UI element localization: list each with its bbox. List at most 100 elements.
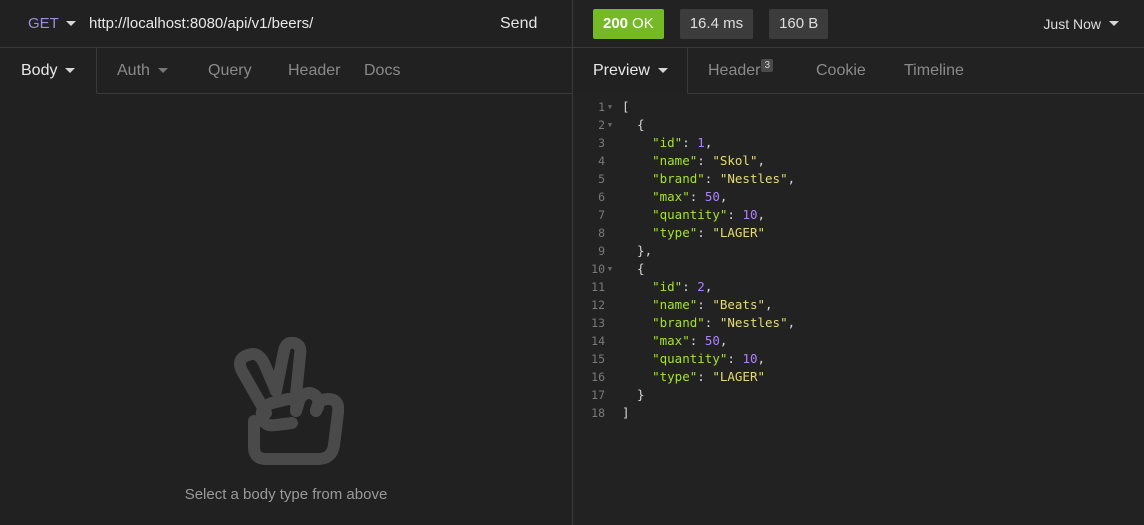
line-number: 9 xyxy=(598,244,605,258)
code-text: "type": "LAGER" xyxy=(652,225,766,240)
line-number: 15 xyxy=(591,352,605,366)
tab-timeline[interactable]: Timeline xyxy=(904,48,964,93)
json-key: "name" xyxy=(652,297,698,312)
chevron-down-icon xyxy=(1109,21,1119,26)
line-number: 5 xyxy=(598,172,605,186)
tab-response-header[interactable]: Header 3 xyxy=(688,48,796,93)
json-comma: , xyxy=(757,351,766,366)
code-line: 13 "brand": "Nestles", xyxy=(573,314,1144,332)
tab-query[interactable]: Query xyxy=(192,48,274,93)
fold-gutter xyxy=(605,134,615,152)
json-comma: , xyxy=(787,171,796,186)
json-key: "type" xyxy=(652,369,698,384)
json-value: 10 xyxy=(742,351,758,366)
code-line: 1 ▼ [ xyxy=(573,98,1144,116)
code-text: "quantity": 10, xyxy=(652,351,766,366)
tab-auth-label: Auth xyxy=(117,61,150,79)
json-key: "brand" xyxy=(652,315,705,330)
line-number: 6 xyxy=(598,190,605,204)
fold-gutter xyxy=(605,152,615,170)
chevron-down-icon xyxy=(157,68,168,73)
tab-header-label: Header xyxy=(288,61,341,79)
fold-gutter xyxy=(605,170,615,188)
json-comma: , xyxy=(704,135,713,150)
json-key: "name" xyxy=(652,153,698,168)
code-line: 12 "name": "Beats", xyxy=(573,296,1144,314)
line-number: 4 xyxy=(598,154,605,168)
tab-preview[interactable]: Preview xyxy=(573,48,688,94)
code-line: 11 "id": 2, xyxy=(573,278,1144,296)
json-comma: , xyxy=(787,315,796,330)
code-line: 15 "quantity": 10, xyxy=(573,350,1144,368)
fold-arrow-icon[interactable]: ▼ xyxy=(605,260,615,278)
line-number: 8 xyxy=(598,226,605,240)
line-number: 11 xyxy=(591,280,605,294)
code-text: "name": "Beats", xyxy=(652,297,773,312)
fold-gutter xyxy=(605,404,615,422)
json-comma: , xyxy=(765,297,773,312)
json-key: "id" xyxy=(652,135,683,150)
code-line: 4 "name": "Skol", xyxy=(573,152,1144,170)
tab-docs[interactable]: Docs xyxy=(364,48,400,93)
status-text: OK xyxy=(632,15,654,32)
code-text: { xyxy=(622,117,645,132)
line-number: 12 xyxy=(591,298,605,312)
chevron-down-icon xyxy=(657,68,668,73)
json-comma: , xyxy=(704,279,713,294)
tab-auth[interactable]: Auth xyxy=(97,48,192,93)
json-value: "Nestles" xyxy=(719,315,788,330)
json-value: 10 xyxy=(742,207,758,222)
code-text: "quantity": 10, xyxy=(652,207,766,222)
status-badge: 200 OK xyxy=(593,8,664,39)
tab-query-label: Query xyxy=(208,61,252,79)
peace-hand-icon xyxy=(234,337,344,465)
code-text: "brand": "Nestles", xyxy=(652,315,796,330)
url-input[interactable]: http://localhost:8080/api/v1/beers/ xyxy=(89,0,500,47)
request-tabs: Body Auth Query Header Docs xyxy=(0,48,572,94)
fold-gutter xyxy=(605,206,615,224)
code-text: "name": "Skol", xyxy=(652,153,766,168)
code-line: 18 ] xyxy=(573,404,1144,422)
fold-gutter xyxy=(605,350,615,368)
response-json-viewer[interactable]: 1 ▼ [ 2 ▼ { 3 "id": 1, 4 "name": "Skol",… xyxy=(573,98,1144,422)
fold-arrow-icon[interactable]: ▼ xyxy=(605,98,615,116)
tab-body[interactable]: Body xyxy=(0,48,97,94)
tab-response-header-label: Header xyxy=(708,61,761,79)
method-dropdown[interactable]: GET xyxy=(0,0,89,47)
code-line: 17 } xyxy=(573,386,1144,404)
history-dropdown[interactable]: Just Now xyxy=(1043,16,1119,32)
line-number: 16 xyxy=(591,370,605,384)
code-text: "type": "LAGER" xyxy=(652,369,766,384)
method-label: GET xyxy=(28,15,59,32)
fold-gutter xyxy=(605,278,615,296)
json-key: "type" xyxy=(652,225,698,240)
code-text: "id": 1, xyxy=(652,135,713,150)
history-label: Just Now xyxy=(1043,15,1101,32)
tab-header[interactable]: Header xyxy=(274,48,364,93)
line-number: 10 xyxy=(591,262,605,276)
fold-gutter xyxy=(605,314,615,332)
code-text: ] xyxy=(622,405,630,420)
json-comma: , xyxy=(719,189,728,204)
json-key: "quantity" xyxy=(652,207,728,222)
line-number: 17 xyxy=(591,388,605,402)
url-bar: GET http://localhost:8080/api/v1/beers/ … xyxy=(0,0,572,48)
chevron-down-icon xyxy=(65,68,76,73)
response-status-bar: 200 OK 16.4 ms 160 B Just Now xyxy=(573,0,1144,48)
send-button[interactable]: Send xyxy=(500,0,572,47)
fold-arrow-icon[interactable]: ▼ xyxy=(605,116,615,134)
json-value: "LAGER" xyxy=(712,225,766,240)
fold-gutter xyxy=(605,368,615,386)
code-line: 9 }, xyxy=(573,242,1144,260)
tab-timeline-label: Timeline xyxy=(904,61,964,79)
chevron-down-icon xyxy=(65,21,76,26)
json-value: "Beats" xyxy=(712,297,766,312)
json-key: "brand" xyxy=(652,171,705,186)
json-value: "Skol" xyxy=(712,153,758,168)
json-value: 2 xyxy=(697,279,705,294)
json-value: 50 xyxy=(704,333,720,348)
fold-gutter xyxy=(605,332,615,350)
json-value: "Nestles" xyxy=(719,171,788,186)
response-tabs: Preview Header 3 Cookie Timeline xyxy=(573,48,1144,94)
tab-cookie[interactable]: Cookie xyxy=(796,48,904,93)
